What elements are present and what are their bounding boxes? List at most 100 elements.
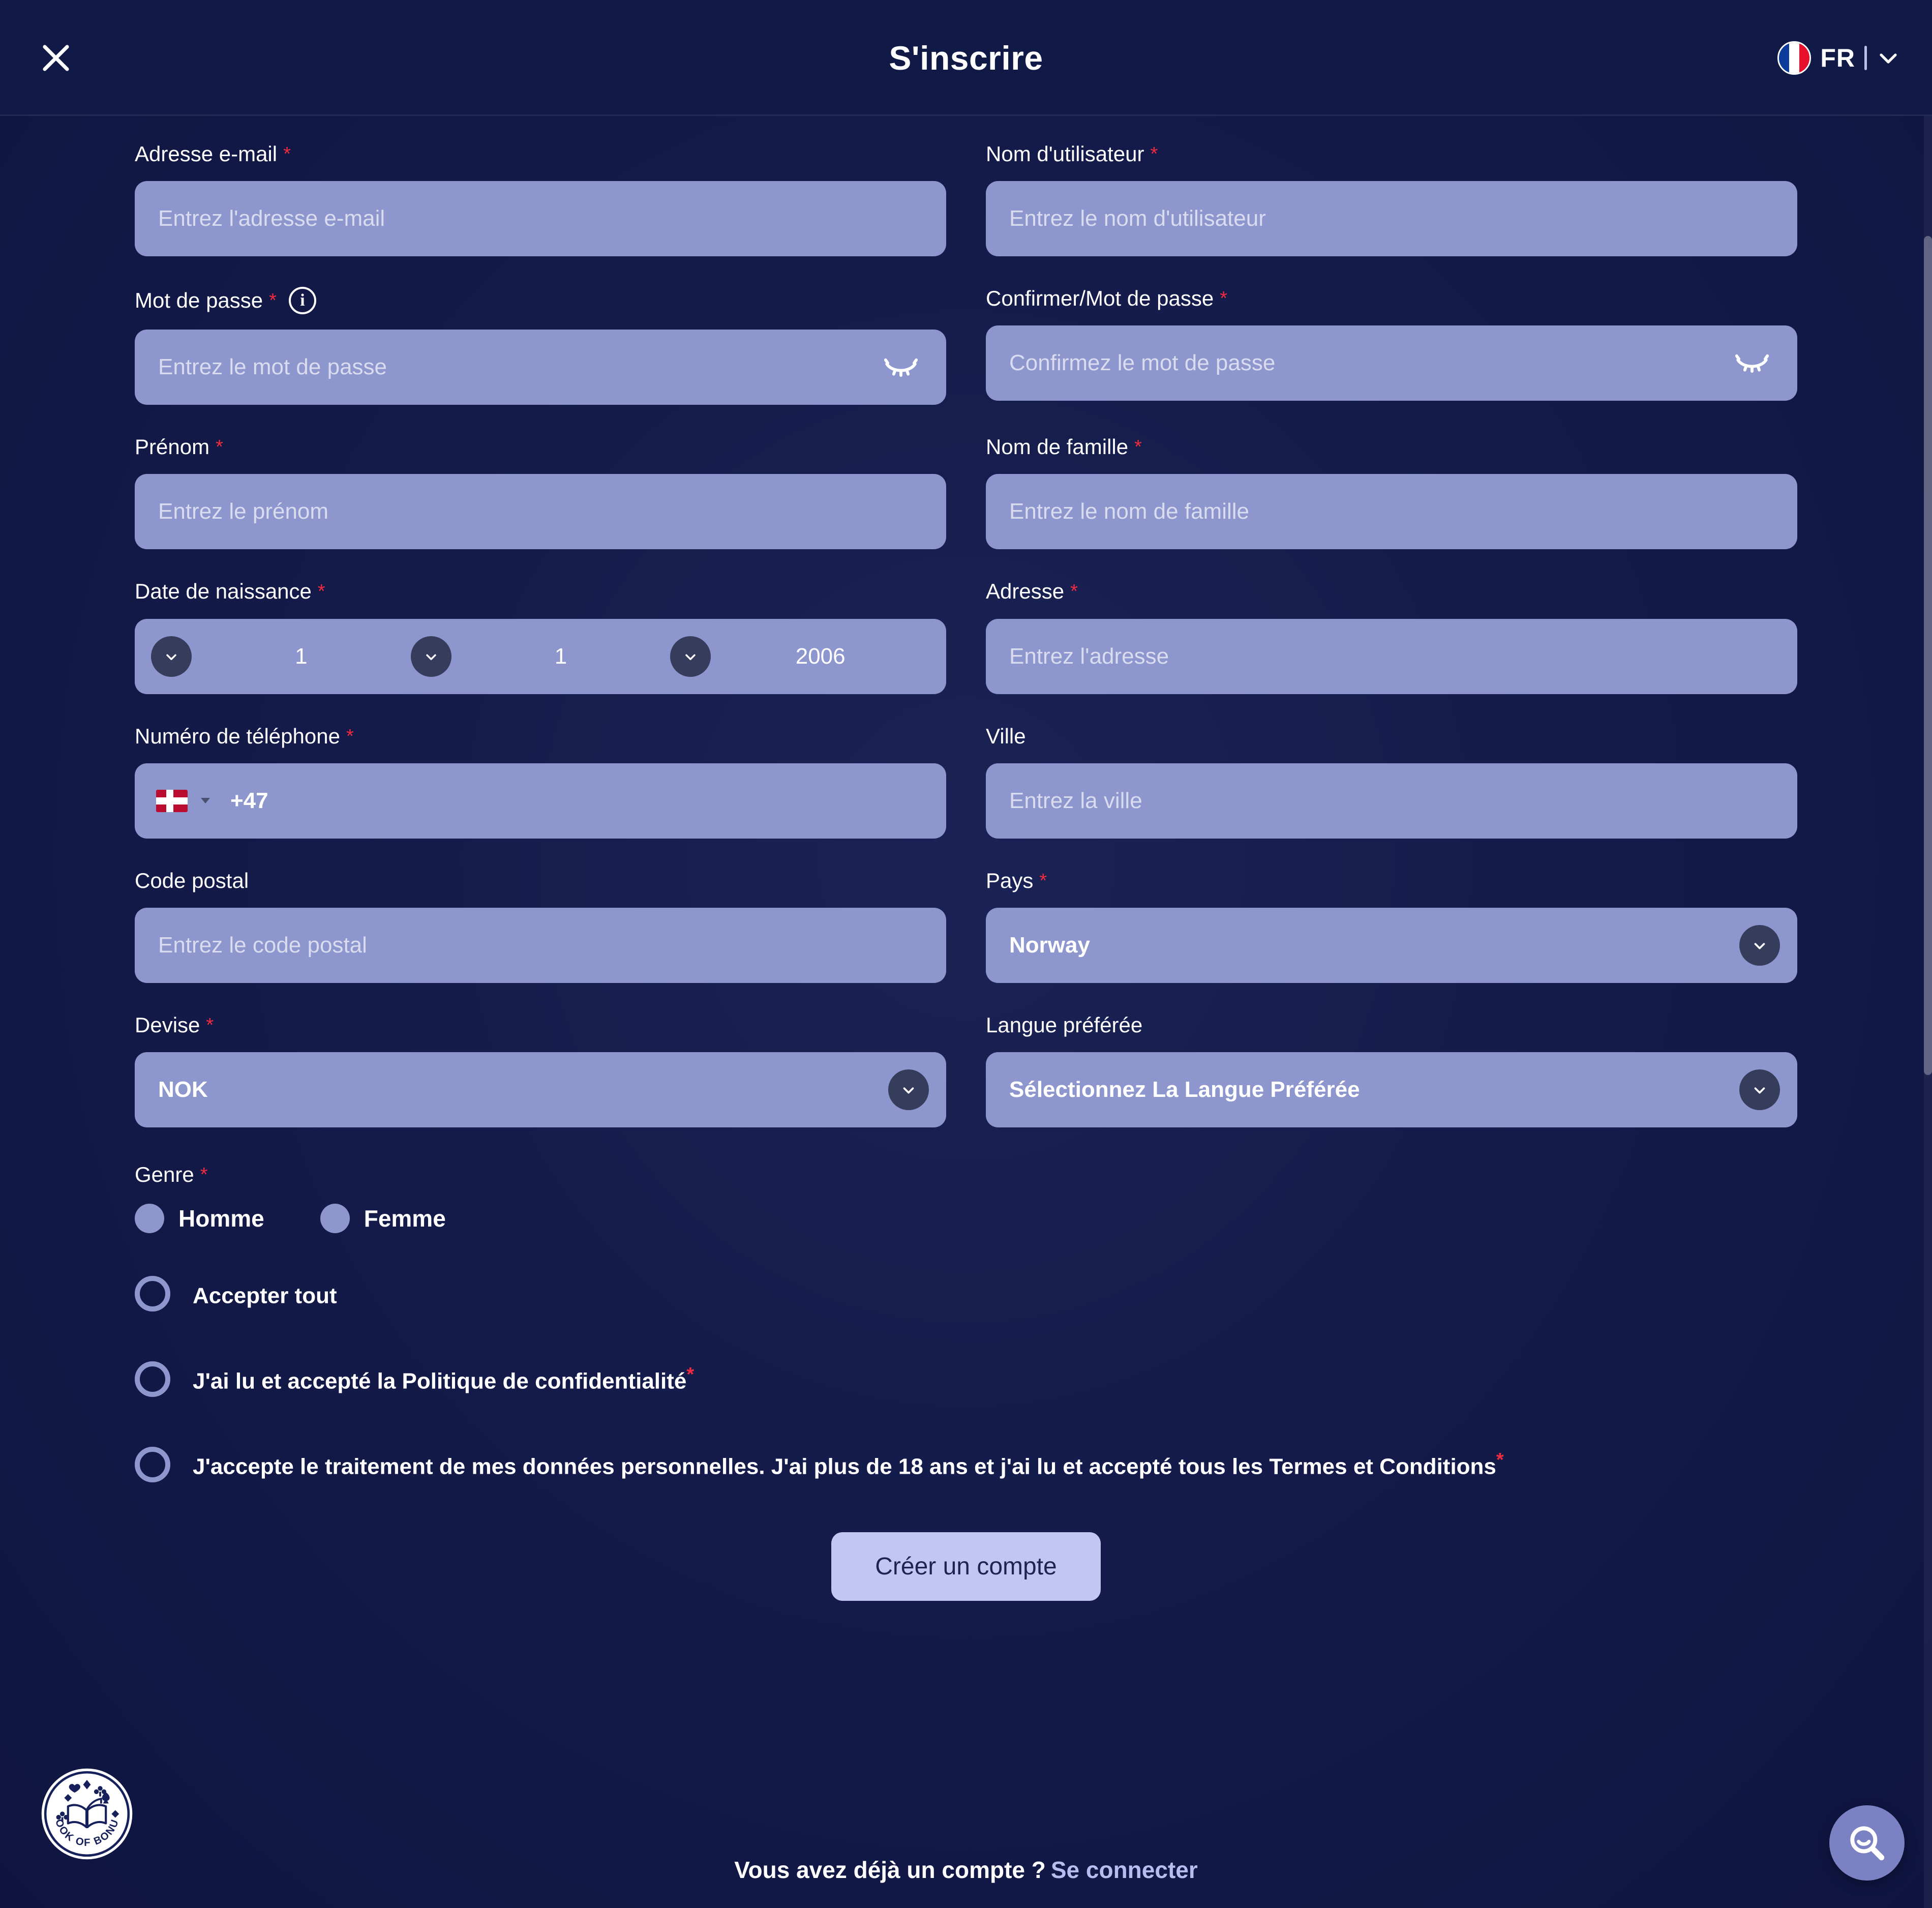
last-name-field[interactable]: Entrez le nom de famille — [986, 474, 1797, 550]
label-text: Code postal — [135, 868, 249, 892]
divider — [1864, 46, 1867, 70]
city-label: Ville — [986, 724, 1797, 748]
email-field[interactable]: Entrez l'adresse e-mail — [135, 181, 946, 257]
chevron-down-icon[interactable] — [201, 798, 210, 804]
password-placeholder: Entrez le mot de passe — [158, 354, 387, 380]
label-text: Devise — [135, 1012, 200, 1037]
chevron-down-icon — [151, 636, 192, 677]
book-of-bonus-icon: BOOK OF BONUS — [35, 1757, 133, 1860]
scrollbar-thumb[interactable] — [1924, 236, 1932, 1075]
username-field[interactable]: Entrez le nom d'utilisateur — [986, 181, 1797, 257]
login-prompt: Vous avez déjà un compte ? Se connecter — [0, 1856, 1932, 1884]
eye-off-icon[interactable] — [882, 348, 920, 386]
radio-icon[interactable] — [320, 1204, 350, 1234]
currency-value: NOK — [158, 1077, 208, 1102]
login-link[interactable]: Se connecter — [1051, 1857, 1198, 1883]
address-field[interactable]: Entrez l'adresse — [986, 618, 1797, 694]
required-marker: * — [317, 581, 325, 603]
address-label: Adresse * — [986, 580, 1797, 603]
label-text: Nom d'utilisateur — [986, 142, 1144, 166]
field-username: Nom d'utilisateur * Entrez le nom d'util… — [986, 142, 1797, 257]
chevron-down-icon[interactable] — [1739, 1069, 1780, 1111]
required-marker: * — [346, 725, 354, 747]
consent-label: Accepter tout — [193, 1278, 337, 1309]
postal-code-placeholder: Entrez le code postal — [158, 932, 367, 958]
email-placeholder: Entrez l'adresse e-mail — [158, 206, 385, 231]
create-account-button[interactable]: Créer un compte — [831, 1532, 1101, 1601]
checkbox-icon[interactable] — [135, 1361, 170, 1397]
info-icon[interactable]: i — [288, 287, 316, 315]
required-marker: * — [1070, 581, 1078, 603]
submit-area: Créer un compte — [135, 1532, 1797, 1601]
eye-off-icon[interactable] — [1733, 344, 1771, 382]
birth-year-select[interactable]: 2006 — [670, 636, 930, 677]
field-first-name: Prénom * Entrez le prénom — [135, 435, 946, 550]
birth-day-select[interactable]: 1 — [151, 636, 411, 677]
search-button[interactable] — [1829, 1805, 1905, 1881]
scrollbar-track[interactable] — [1924, 116, 1932, 1908]
birth-date-group: 1 1 2006 — [135, 618, 946, 694]
close-button[interactable] — [25, 27, 86, 88]
modal-header: S'inscrire FR — [0, 0, 1932, 116]
last-name-label: Nom de famille * — [986, 435, 1797, 459]
city-field[interactable]: Entrez la ville — [986, 763, 1797, 839]
required-marker: * — [1220, 288, 1227, 310]
consent-list: Accepter tout J'ai lu et accepté la Poli… — [135, 1276, 1797, 1483]
chevron-down-icon[interactable] — [888, 1069, 929, 1111]
radio-icon[interactable] — [135, 1204, 164, 1234]
gender-option-female[interactable]: Femme — [320, 1204, 446, 1234]
gender-option-label: Femme — [364, 1205, 446, 1232]
password-field[interactable]: Entrez le mot de passe — [135, 330, 946, 405]
language-pref-value: Sélectionnez La Langue Préférée — [1009, 1077, 1360, 1102]
email-label: Adresse e-mail * — [135, 142, 946, 166]
currency-select[interactable]: NOK — [135, 1052, 946, 1128]
field-city: Ville Entrez la ville — [986, 724, 1797, 839]
consent-label: J'accepte le traitement de mes données p… — [193, 1449, 1504, 1480]
consent-privacy-policy[interactable]: J'ai lu et accepté la Politique de confi… — [135, 1361, 1797, 1397]
postal-code-field[interactable]: Entrez le code postal — [135, 907, 946, 983]
field-currency: Devise * NOK — [135, 1012, 946, 1128]
field-postal-code: Code postal Entrez le code postal — [135, 869, 946, 983]
language-selector[interactable]: FR — [1777, 41, 1900, 75]
phone-field[interactable]: +47 — [135, 763, 946, 839]
birth-day-value: 1 — [295, 643, 308, 669]
language-pref-label: Langue préférée — [986, 1013, 1797, 1037]
postal-code-label: Code postal — [135, 869, 946, 892]
chevron-down-icon — [1880, 53, 1897, 64]
label-text: Langue préférée — [986, 1012, 1143, 1037]
required-marker: * — [1134, 436, 1142, 458]
consent-text: J'ai lu et accepté la Politique de confi… — [193, 1368, 687, 1394]
checkbox-icon[interactable] — [135, 1276, 170, 1312]
first-name-field[interactable]: Entrez le prénom — [135, 474, 946, 550]
chevron-down-icon[interactable] — [1739, 925, 1780, 966]
confirm-password-placeholder: Confirmez le mot de passe — [1009, 350, 1276, 376]
country-select[interactable]: Norway — [986, 907, 1797, 983]
login-prompt-text: Vous avez déjà un compte ? — [734, 1857, 1046, 1883]
language-pref-select[interactable]: Sélectionnez La Langue Préférée — [986, 1052, 1797, 1128]
france-flag-icon — [1777, 41, 1812, 75]
birth-month-select[interactable]: 1 — [410, 636, 671, 677]
page-title: S'inscrire — [889, 39, 1043, 77]
consent-accept-all[interactable]: Accepter tout — [135, 1276, 1797, 1312]
consent-text: Accepter tout — [193, 1283, 337, 1308]
label-text: Adresse — [986, 579, 1065, 604]
label-text: Confirmer/Mot de passe — [986, 286, 1214, 311]
consent-terms-conditions[interactable]: J'accepte le traitement de mes données p… — [135, 1447, 1797, 1483]
confirm-password-field[interactable]: Confirmez le mot de passe — [986, 325, 1797, 401]
phone-label: Numéro de téléphone * — [135, 724, 946, 748]
username-placeholder: Entrez le nom d'utilisateur — [1009, 206, 1266, 231]
norway-flag-icon — [156, 789, 188, 812]
label-text: Nom de famille — [986, 435, 1129, 459]
required-marker: * — [269, 290, 277, 312]
gender-option-male[interactable]: Homme — [135, 1204, 264, 1234]
field-email: Adresse e-mail * Entrez l'adresse e-mail — [135, 142, 946, 257]
chevron-down-icon — [410, 636, 451, 677]
search-icon — [1850, 1826, 1885, 1861]
checkbox-icon[interactable] — [135, 1447, 170, 1483]
label-text: Prénom — [135, 435, 210, 459]
chevron-down-icon — [670, 636, 711, 677]
required-marker: * — [1150, 143, 1158, 165]
confirm-password-label: Confirmer/Mot de passe * — [986, 286, 1797, 311]
first-name-label: Prénom * — [135, 435, 946, 459]
signup-modal: S'inscrire FR Adresse e-mail * Entrez l'… — [0, 0, 1932, 1908]
